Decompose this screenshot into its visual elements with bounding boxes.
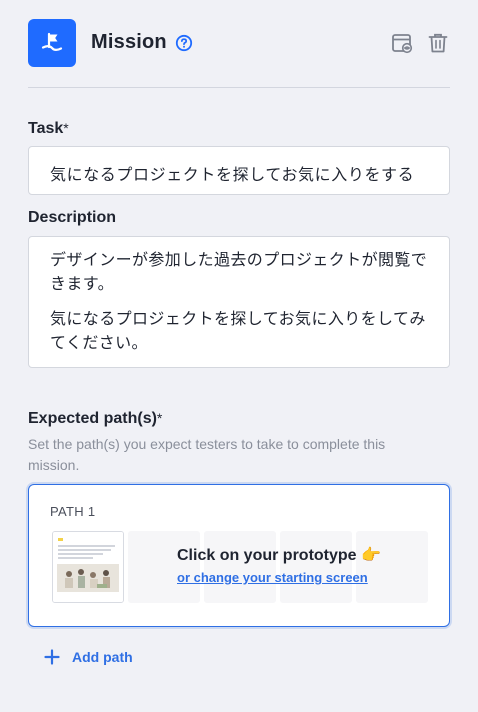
task-input[interactable]: 気になるプロジェクトを探してお気に入りをする [28, 146, 450, 195]
description-label: Description [28, 209, 117, 226]
mission-badge [28, 19, 76, 67]
description-paragraph: デザインーが参加した過去のプロジェクトが閲覧できます。 [50, 250, 428, 293]
preview-icon[interactable] [390, 31, 414, 55]
description-textarea[interactable]: デザインーが参加した過去のプロジェクトが閲覧できます。 気になるプロジェクトを探… [28, 236, 450, 368]
cta-title: Click on your prototype 👉 [177, 547, 381, 564]
expected-paths-label-text: Expected path(s) [28, 410, 157, 427]
add-path-label: Add path [72, 649, 133, 665]
screen-thumbnail-image [53, 532, 123, 602]
task-label: Task* [28, 120, 69, 138]
trash-icon[interactable] [426, 31, 450, 55]
header-divider [28, 87, 450, 88]
expected-paths-label: Expected path(s)* [28, 410, 162, 428]
add-path-button[interactable]: Add path [44, 646, 133, 668]
task-label-text: Task [28, 120, 64, 137]
required-mark: * [156, 410, 163, 426]
description-paragraph: 気になるプロジェクトを探してお気に入りをしてみてください。 [50, 309, 426, 352]
expected-paths-hint: Set the path(s) you expect testers to ta… [28, 436, 386, 473]
path-card[interactable]: PATH 1 Click on your prototype 👉 or chan… [28, 484, 450, 627]
change-starting-screen-link[interactable]: or change your starting screen [177, 570, 381, 585]
path-label: PATH 1 [50, 504, 96, 519]
flag-icon [41, 32, 63, 51]
page-title: Mission [91, 31, 167, 53]
mission-header: Mission [28, 19, 450, 67]
prototype-cta: Click on your prototype 👉 or change your… [177, 545, 381, 585]
required-mark: * [63, 120, 69, 136]
help-circle-icon[interactable] [175, 34, 193, 52]
plus-icon [44, 649, 60, 665]
screen-thumbnail[interactable] [52, 531, 124, 603]
